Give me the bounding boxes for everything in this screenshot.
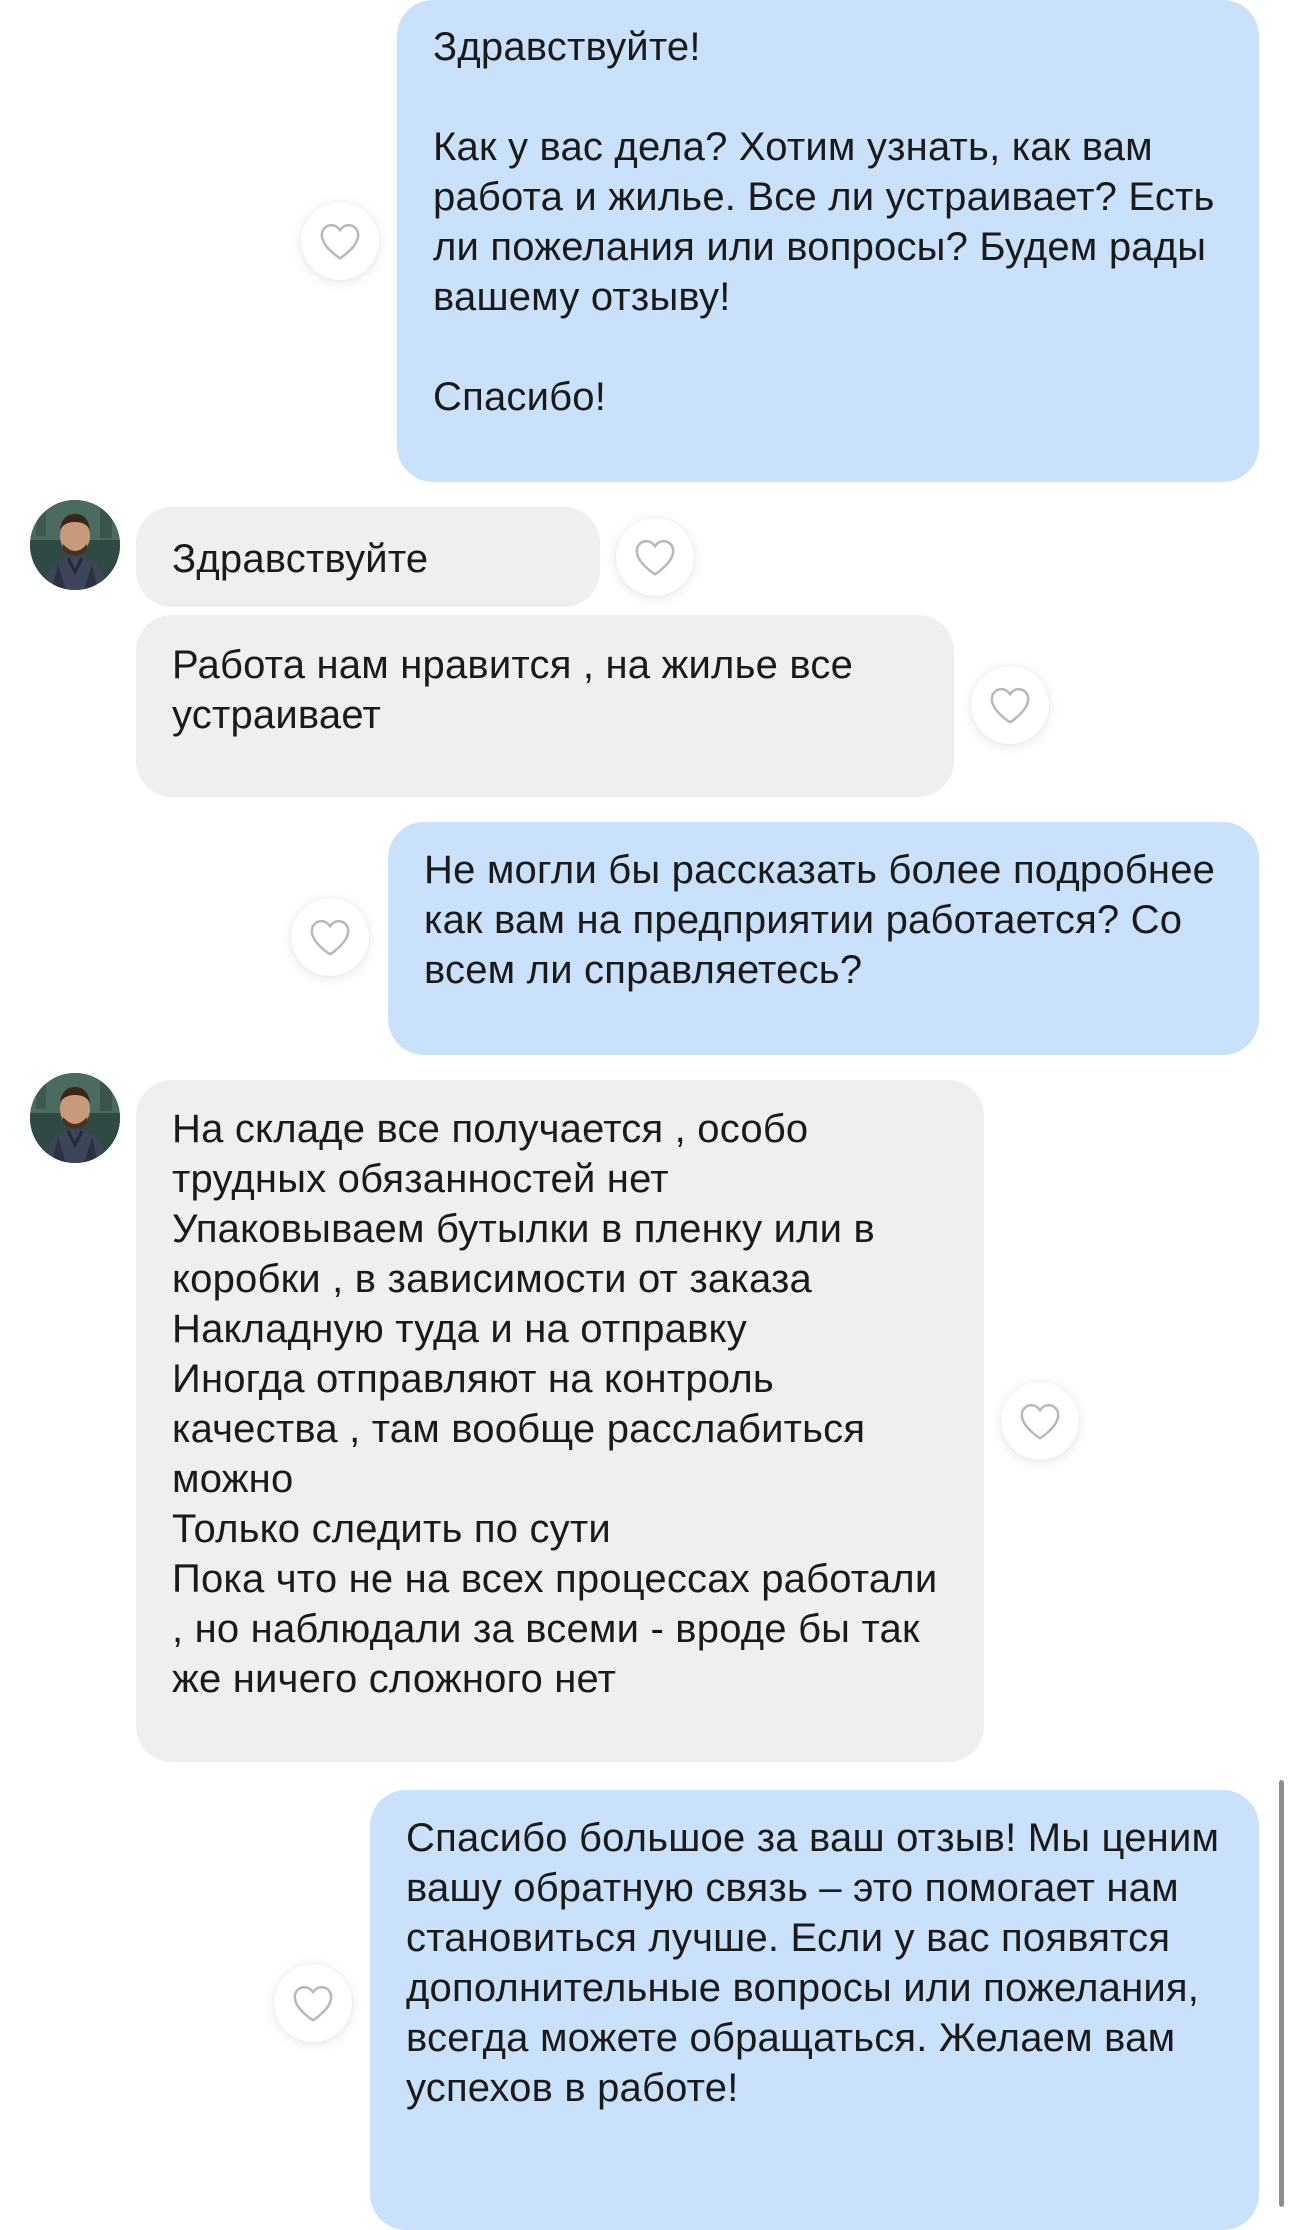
heart-outline-icon <box>990 687 1030 724</box>
avatar-image <box>30 500 120 590</box>
heart-outline-icon <box>635 539 675 576</box>
heart-outline-icon <box>320 223 360 260</box>
user-avatar[interactable] <box>30 500 120 590</box>
heart-outline-icon <box>1020 1403 1060 1440</box>
like-heart-button[interactable] <box>1001 1382 1079 1460</box>
avatar-image <box>30 1073 120 1163</box>
scrollbar[interactable] <box>1279 1780 1284 2207</box>
outgoing-message-bubble[interactable]: Не могли бы рассказать более подробнее к… <box>388 822 1259 1055</box>
incoming-message-bubble[interactable]: Здравствуйте <box>136 507 600 607</box>
like-heart-button[interactable] <box>616 518 694 596</box>
heart-outline-icon <box>293 1985 333 2022</box>
like-heart-button[interactable] <box>971 666 1049 744</box>
user-avatar[interactable] <box>30 1073 120 1163</box>
incoming-message-bubble[interactable]: На складе все получается , особо трудных… <box>136 1080 984 1762</box>
outgoing-message-bubble[interactable]: Здравствуйте! Как у вас дела? Хотим узна… <box>397 0 1259 482</box>
like-heart-button[interactable] <box>301 202 379 280</box>
like-heart-button[interactable] <box>291 898 369 976</box>
like-heart-button[interactable] <box>274 1964 352 2042</box>
heart-outline-icon <box>310 919 350 956</box>
outgoing-message-bubble[interactable]: Спасибо большое за ваш отзыв! Мы ценим в… <box>370 1790 1259 2230</box>
incoming-message-bubble[interactable]: Работа нам нравится , на жилье все устра… <box>136 615 954 797</box>
